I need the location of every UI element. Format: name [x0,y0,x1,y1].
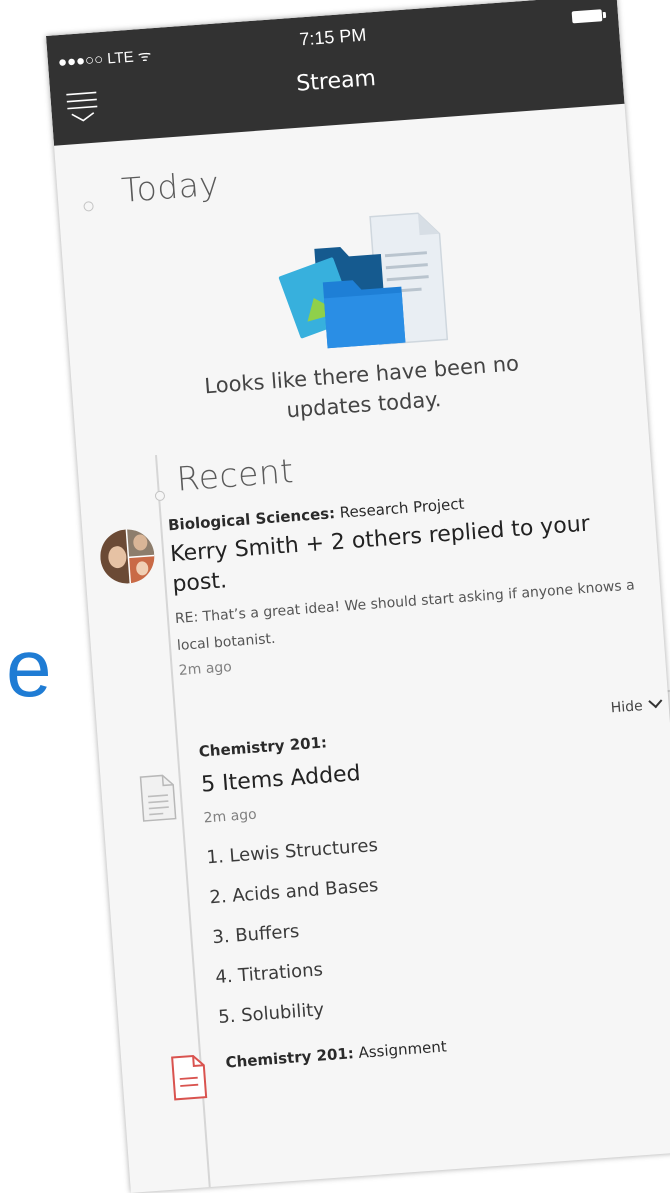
course-name: Chemistry 201: [198,733,328,761]
timeline-dot-recent [154,490,166,502]
battery-icon [571,9,603,24]
document-icon [139,774,177,822]
assignment-icon [171,1054,208,1101]
item-headline: 5 Items Added [200,760,362,798]
course-context: Assignment [357,1037,448,1062]
avatar-group [98,527,157,586]
folders-icon [278,212,449,349]
phone-screen: ●●●○○ LTE ᯤ 7:15 PM Stream Today Looks l… [46,0,670,1193]
added-items-list: 1. Lewis Structures 2. Acids and Bases 3… [205,826,391,1038]
item-timestamp: 2m ago [178,659,233,679]
item-course: Chemistry 201: Assignment [225,1037,447,1071]
hide-toggle[interactable]: Hide [610,694,663,717]
chevron-down-icon [648,694,663,709]
empty-state-message: Looks like there have been no updates to… [203,351,520,423]
hide-label: Hide [610,698,644,717]
item-timestamp: 2m ago [203,806,258,827]
course-context: Research Project [339,494,465,522]
background-partial-letter: e [6,623,52,714]
section-title-today: Today [120,163,221,210]
course-name: Chemistry 201: [225,1044,355,1072]
top-bar: ●●●○○ LTE ᯤ 7:15 PM Stream [46,0,625,146]
stream-item-assignment[interactable]: Chemistry 201: Assignment [121,1009,670,1101]
timeline-dot-today [83,200,94,212]
section-title-recent: Recent [175,451,295,499]
stream-item-items-added[interactable]: Hide Chemistry 201: 5 Items Added 2m ago… [97,682,667,1028]
stream-item-reply[interactable]: Biological Sciences: Research Project Ke… [82,481,652,679]
